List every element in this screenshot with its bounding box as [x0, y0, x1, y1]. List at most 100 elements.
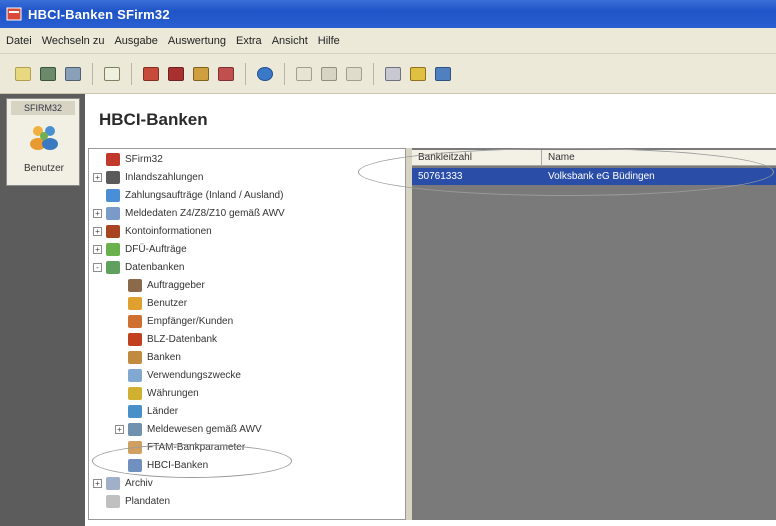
document-icon[interactable] — [101, 63, 123, 85]
tree-item-icon — [128, 405, 142, 418]
tree-item-label: Archiv — [125, 478, 153, 489]
app-icon — [6, 7, 22, 21]
tree-item-icon — [128, 333, 142, 346]
tree-item-label: Meldewesen gemäß AWV — [147, 424, 262, 435]
expand-icon[interactable]: + — [93, 479, 102, 488]
title-bar: HBCI-Banken SFirm32 — [0, 0, 776, 28]
card-icon[interactable] — [190, 63, 212, 85]
expand-icon[interactable]: + — [93, 173, 102, 182]
menu-ausgabe[interactable]: Ausgabe — [114, 35, 157, 47]
tree-item-icon — [106, 171, 120, 184]
menu-ansicht[interactable]: Ansicht — [272, 35, 308, 47]
tree-item[interactable]: Banken — [115, 349, 181, 366]
tree-item-label: Länder — [147, 406, 179, 417]
menu-bar: Datei Wechseln zu Ausgabe Auswertung Ext… — [0, 28, 776, 54]
tree-item-label: BLZ-Datenbank — [147, 334, 218, 345]
tree-item-label: SFirm32 — [125, 154, 163, 165]
tree-item-label: Inlandszahlungen — [125, 172, 204, 183]
tree-item[interactable]: - Datenbanken — [93, 259, 185, 276]
navigation-tree: SFirm32 + Inlandszahlungen Zahlungsaufträge… — [88, 148, 406, 520]
expand-icon[interactable]: + — [93, 245, 102, 254]
tree-item-icon — [128, 441, 142, 454]
expand-icon[interactable]: + — [93, 209, 102, 218]
tree-item[interactable]: Währungen — [115, 385, 199, 402]
tree-item-icon — [106, 207, 120, 220]
tree-item-icon — [106, 243, 120, 256]
tree-item[interactable]: Länder — [115, 403, 178, 420]
note-icon[interactable] — [12, 63, 34, 85]
expand-icon[interactable]: + — [93, 227, 102, 236]
help-icon[interactable] — [407, 63, 429, 85]
copy-icon[interactable] — [318, 63, 340, 85]
tree-item-label: Datenbanken — [125, 262, 185, 273]
tree-item-icon — [128, 387, 142, 400]
tree-item[interactable]: + Archiv — [93, 475, 153, 492]
tree-item-icon — [128, 423, 142, 436]
question-icon[interactable] — [432, 63, 454, 85]
tree-item-icon — [128, 279, 142, 292]
page-header: HBCI-Banken — [85, 94, 776, 148]
benutzer-label: Benutzer — [23, 163, 65, 174]
benutzer-button[interactable]: SFIRM32 Benutzer — [6, 98, 80, 186]
print-icon[interactable] — [382, 63, 404, 85]
tree-item-label: Kontoinformationen — [125, 226, 212, 237]
tree-item-icon — [106, 189, 120, 202]
column-header-name[interactable]: Name — [542, 150, 776, 166]
tree-item-label: HBCI-Banken — [147, 460, 209, 471]
tree-item-label: DFÜ-Aufträge — [125, 244, 187, 255]
toolbar-separator — [245, 62, 246, 85]
tree-item-icon — [106, 225, 120, 238]
toolbar-separator — [92, 62, 93, 85]
menu-extra[interactable]: Extra — [236, 35, 262, 47]
tree-item[interactable]: Verwendungszwecke — [115, 367, 241, 384]
column-header-bankleitzahl[interactable]: Bankleitzahl — [412, 150, 542, 166]
menu-auswertung[interactable]: Auswertung — [168, 35, 226, 47]
tree-item[interactable]: BLZ-Datenbank — [115, 331, 217, 348]
tree-item[interactable]: Zahlungsaufträge (Inland / Ausland) — [93, 187, 283, 204]
tree-item[interactable]: + Meldewesen gemäß AWV — [115, 421, 262, 438]
tree-item[interactable]: + Inlandszahlungen — [93, 169, 203, 186]
menu-hilfe[interactable]: Hilfe — [318, 35, 340, 47]
letter-icon[interactable] — [215, 63, 237, 85]
tree-item[interactable]: + Meldedaten Z4/Z8/Z10 gemäß AWV — [93, 205, 285, 222]
tree-item-icon — [106, 153, 120, 166]
collapse-icon[interactable]: - — [93, 263, 102, 272]
ie-icon[interactable] — [254, 63, 276, 85]
tree-item[interactable]: + DFÜ-Aufträge — [93, 241, 187, 258]
page-title: HBCI-Banken — [99, 110, 208, 129]
tree-item-label: Meldedaten Z4/Z8/Z10 gemäß AWV — [125, 208, 285, 219]
tree-item-label: Zahlungsaufträge (Inland / Ausland) — [125, 190, 284, 201]
grid-icon[interactable] — [37, 63, 59, 85]
toolbar-separator — [284, 62, 285, 85]
tree-item[interactable]: Plandaten — [93, 493, 170, 510]
tree-item[interactable]: + Kontoinformationen — [93, 223, 212, 240]
tree-item-label: Banken — [147, 352, 181, 363]
cell-name: Volksbank eG Büdingen — [548, 171, 655, 182]
tree-item[interactable]: Auftraggeber — [115, 277, 205, 294]
list-header: Bankleitzahl Name — [412, 150, 776, 166]
transfer-icon[interactable] — [140, 63, 162, 85]
window-title: HBCI-Banken SFirm32 — [28, 6, 170, 22]
toolbar-separator — [131, 62, 132, 85]
paste-icon[interactable] — [343, 63, 365, 85]
tree-item-label: Empfänger/Kunden — [147, 316, 234, 327]
tree-item[interactable]: SFirm32 — [93, 151, 163, 168]
table-row[interactable]: 50761333 Volksbank eG Büdingen — [412, 168, 776, 185]
menu-datei[interactable]: Datei — [6, 35, 32, 47]
tree-item[interactable]: FTAM-Bankparameter — [115, 439, 245, 456]
tree-item-label: Währungen — [147, 388, 199, 399]
cell-bankleitzahl: 50761333 — [418, 171, 463, 182]
tree-item[interactable]: Benutzer — [115, 295, 187, 312]
tree-item-label: Auftraggeber — [147, 280, 205, 291]
tree-item-icon — [128, 297, 142, 310]
expand-icon[interactable]: + — [115, 425, 124, 434]
tree-item-label: FTAM-Bankparameter — [147, 442, 246, 453]
menu-wechseln-zu[interactable]: Wechseln zu — [42, 35, 105, 47]
tree-item-icon — [106, 477, 120, 490]
table-icon[interactable] — [62, 63, 84, 85]
red-book-icon[interactable] — [165, 63, 187, 85]
tree-item[interactable]: HBCI-Banken — [115, 457, 208, 474]
tree-item-label: Verwendungszwecke — [147, 370, 241, 381]
cut-icon[interactable] — [293, 63, 315, 85]
tree-item[interactable]: Empfänger/Kunden — [115, 313, 233, 330]
